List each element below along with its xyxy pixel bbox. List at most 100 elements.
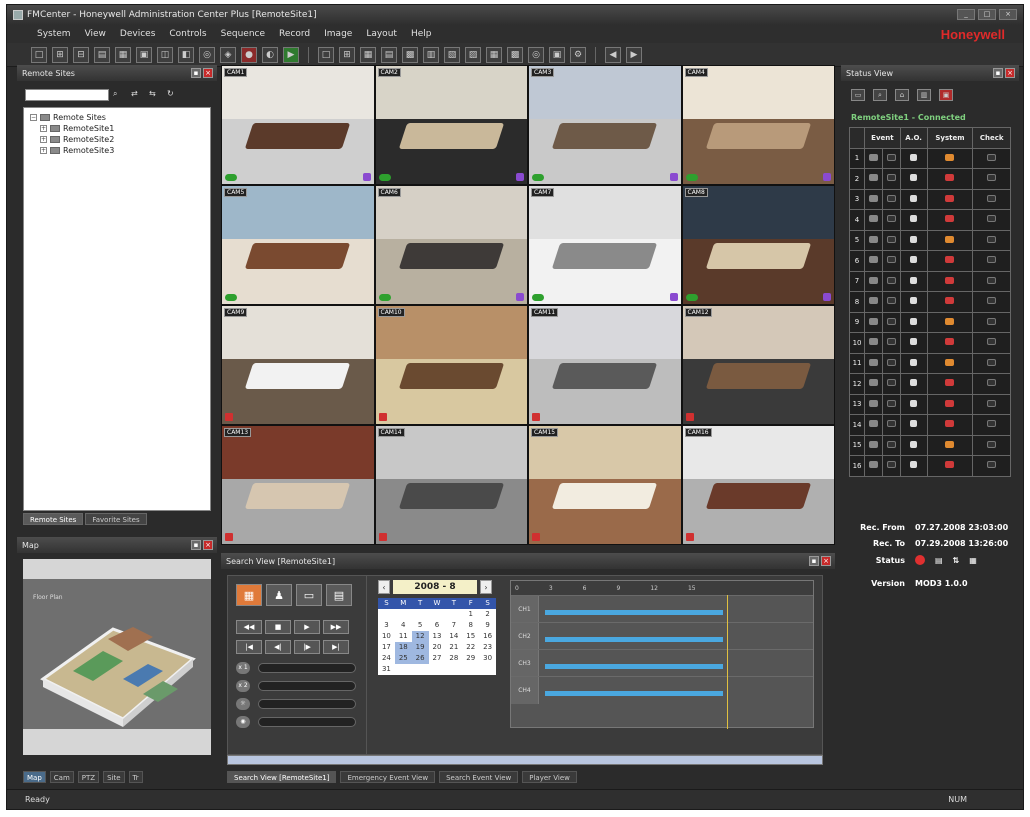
panel-close-button[interactable]: × [1005, 68, 1015, 78]
expand-icon[interactable]: − [30, 114, 37, 121]
home-icon[interactable]: ⌂ [895, 89, 909, 101]
expand-icon[interactable]: + [40, 147, 47, 154]
tree-item-site[interactable]: + RemoteSite1 [30, 123, 204, 134]
minimize-button[interactable]: _ [957, 9, 975, 20]
camera-tile[interactable]: CAM9 [222, 306, 374, 424]
search-icon[interactable]: ⌕ [113, 89, 125, 99]
map-view[interactable]: Floor Plan [23, 559, 211, 755]
chart-icon[interactable]: ▥ [917, 89, 931, 101]
tool-icon[interactable]: ▣ [136, 46, 152, 63]
camera-tile[interactable]: CAM12 [682, 306, 834, 424]
playback-button[interactable]: |◀ [236, 640, 262, 654]
pin-button[interactable]: ▪ [993, 68, 1003, 78]
pin-button[interactable]: ▪ [191, 68, 201, 78]
calendar-day[interactable]: 23 [479, 642, 496, 653]
camera-tile[interactable]: CAM5 [222, 186, 374, 304]
calendar-day[interactable]: 29 [462, 653, 479, 664]
pin-button[interactable]: ▪ [191, 540, 201, 550]
playback-button[interactable]: ■ [265, 620, 291, 634]
close-button[interactable]: × [999, 9, 1017, 20]
settings-icon[interactable]: ⚙ [570, 46, 586, 63]
calendar-day[interactable]: 31 [378, 664, 395, 675]
calendar-day[interactable]: 30 [479, 653, 496, 664]
calendar-day[interactable]: 27 [429, 653, 446, 664]
calendar-day[interactable]: 14 [445, 631, 462, 642]
maximize-button[interactable]: □ [978, 9, 996, 20]
next-page-icon[interactable]: ▶ [626, 46, 642, 63]
refresh-icon[interactable]: ↻ [167, 89, 179, 99]
calendar-day[interactable]: 19 [411, 642, 429, 653]
menu-item-sequence[interactable]: Sequence [221, 29, 265, 39]
tool-icon[interactable]: ◎ [199, 46, 215, 63]
tab-tr[interactable]: Tr [128, 771, 143, 783]
tool-icon[interactable]: ⊟ [73, 46, 89, 63]
speed-slider[interactable] [258, 663, 356, 673]
camera-tile[interactable]: CAM1 [222, 66, 374, 184]
calendar-day[interactable]: 24 [378, 653, 395, 664]
menu-item-system[interactable]: System [37, 29, 71, 39]
camera-tile[interactable]: CAM8 [682, 186, 834, 304]
menu-item-record[interactable]: Record [279, 29, 310, 39]
hdd-icon[interactable]: ▤ [935, 556, 943, 565]
calendar-day[interactable]: 20 [429, 642, 446, 653]
calendar-day[interactable]: 4 [395, 620, 412, 631]
tab-remote-sites[interactable]: Remote Sites [23, 513, 84, 525]
split-6-icon[interactable]: ▦ [360, 46, 376, 63]
tab-search-view-1[interactable]: Emergency Event View [340, 771, 436, 783]
split-4-icon[interactable]: ⊞ [339, 46, 355, 63]
panel-close-button[interactable]: × [203, 540, 213, 550]
calendar-day[interactable]: 25 [394, 653, 412, 664]
calendar-day[interactable]: 3 [378, 620, 395, 631]
camera-tile[interactable]: CAM4 [682, 66, 834, 184]
calendar-day[interactable]: 18 [394, 642, 412, 653]
calendar-day[interactable]: 1 [462, 609, 479, 620]
tree-root[interactable]: − Remote Sites [30, 112, 204, 123]
timeline-row[interactable]: CH1 [511, 595, 813, 623]
playback-button[interactable]: ◀| [265, 640, 291, 654]
expand-icon[interactable]: + [40, 125, 47, 132]
calendar-day[interactable]: 9 [479, 620, 496, 631]
timeline-row[interactable]: CH3 [511, 649, 813, 677]
tool-icon[interactable]: ▤ [94, 46, 110, 63]
camera-tile[interactable]: CAM2 [375, 66, 527, 184]
record-icon[interactable]: ● [241, 46, 257, 63]
tab-search-view-0[interactable]: Search View [RemoteSite1] [227, 771, 337, 783]
expand-icon[interactable]: + [40, 136, 47, 143]
alarm-icon[interactable]: ▣ [939, 89, 953, 101]
tool-icon[interactable]: ◧ [178, 46, 194, 63]
monitor-icon[interactable]: ▭ [851, 89, 865, 101]
camera-tile[interactable]: CAM11 [529, 306, 681, 424]
next-month-button[interactable]: › [480, 580, 492, 594]
connect-icon[interactable]: ⇄ [131, 89, 143, 99]
text-search-button[interactable]: ▭ [296, 584, 322, 606]
menu-item-help[interactable]: Help [411, 29, 432, 39]
menu-item-view[interactable]: View [85, 29, 106, 39]
brightness-slider[interactable] [258, 699, 356, 709]
tab-ptz[interactable]: PTZ [77, 771, 100, 783]
calendar-day[interactable]: 13 [429, 631, 446, 642]
split-16-icon[interactable]: ▨ [465, 46, 481, 63]
network-icon[interactable]: ⇅ [953, 556, 960, 565]
split-10-icon[interactable]: ▥ [423, 46, 439, 63]
calendar-search-button[interactable]: ▦ [236, 584, 262, 606]
horizontal-scrollbar[interactable] [227, 755, 823, 765]
calendar-day[interactable]: 11 [395, 631, 412, 642]
camera-tile[interactable]: CAM16 [682, 426, 834, 544]
camera-status-icon[interactable]: ▦ [969, 556, 977, 565]
split-1-icon[interactable]: □ [318, 46, 334, 63]
calendar-day[interactable]: 5 [412, 620, 429, 631]
playback-button[interactable]: ▶▶ [323, 620, 349, 634]
play-icon[interactable]: ▶ [283, 46, 299, 63]
camera-tile[interactable]: CAM7 [529, 186, 681, 304]
calendar-day[interactable]: 26 [411, 653, 429, 664]
sequence-icon[interactable]: ◎ [528, 46, 544, 63]
tab-map[interactable]: Map [23, 771, 46, 783]
split-13-icon[interactable]: ▧ [444, 46, 460, 63]
tool-icon[interactable]: ◈ [220, 46, 236, 63]
camera-tile[interactable]: CAM6 [375, 186, 527, 304]
tab-search-view-2[interactable]: Search Event View [439, 771, 519, 783]
calendar-day[interactable]: 15 [462, 631, 479, 642]
menu-item-layout[interactable]: Layout [366, 29, 397, 39]
menu-item-image[interactable]: Image [324, 29, 352, 39]
tool-icon[interactable]: ◫ [157, 46, 173, 63]
